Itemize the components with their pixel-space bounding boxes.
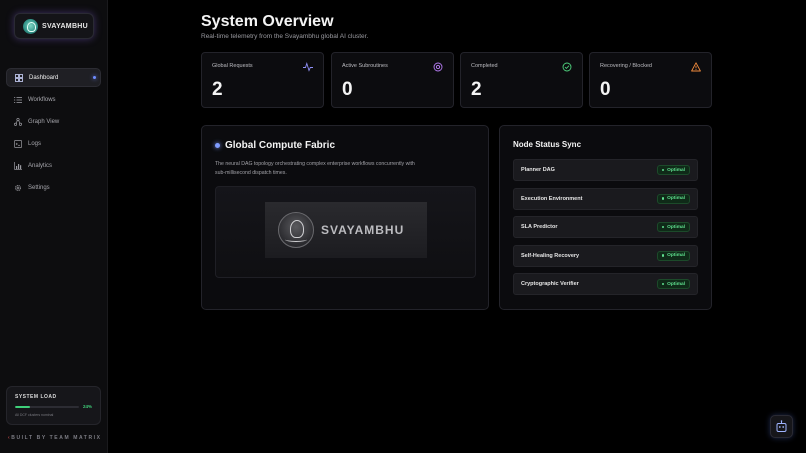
sidebar-item-label: Workflows: [28, 96, 56, 103]
graph-icon: [13, 117, 22, 126]
sidebar-item-settings[interactable]: Settings: [6, 178, 101, 197]
sidebar-item-logs[interactable]: Logs: [6, 134, 101, 153]
stat-label: Recovering / Blocked: [600, 63, 652, 69]
sidebar-item-label: Graph View: [28, 118, 60, 125]
sidebar-item-label: Analytics: [28, 162, 53, 169]
sidebar-item-graph-view[interactable]: Graph View: [6, 112, 101, 131]
node-status-row: SLA Predictor Optimal: [513, 216, 698, 238]
stat-value: 2: [471, 79, 482, 100]
bar-chart-icon: [13, 161, 22, 170]
sidebar: SVAYAMBHU Dashboard Workflows Graph View: [0, 0, 108, 453]
status-text: Optimal: [667, 196, 685, 201]
sidebar-item-label: Logs: [28, 140, 42, 147]
brand-name: SVAYAMBHU: [42, 22, 89, 30]
page-title: System Overview: [201, 13, 334, 30]
active-indicator: [93, 76, 96, 79]
stat-value: 0: [600, 79, 611, 100]
status-text: Optimal: [667, 224, 685, 230]
status-badge: Optimal: [656, 250, 690, 261]
list-icon: [13, 95, 22, 104]
node-status-card: Node Status Sync Planner DAG Optimal Exe…: [499, 125, 712, 310]
stat-label: Global Requests: [212, 63, 253, 69]
banner-text: SVAYAMBHU: [321, 223, 405, 237]
built-by-text: BUILT BY TEAM MATRIX: [11, 435, 102, 441]
stat-label: Completed: [471, 63, 498, 69]
status-dot-icon: [661, 282, 665, 286]
status-dot-icon: [661, 197, 665, 200]
node-status-row: Execution Environment Optimal: [513, 187, 698, 210]
system-load-percent: 24%: [82, 404, 92, 409]
system-load-card: SYSTEM LOAD 24% All DCF clusters nominal: [6, 386, 101, 425]
node-name: Self-Healing Recovery: [521, 252, 580, 259]
stat-value: 0: [342, 79, 353, 100]
system-load-fill: [15, 405, 31, 408]
stat-value: 2: [212, 79, 223, 100]
sidebar-item-dashboard[interactable]: Dashboard: [6, 68, 101, 87]
lotus-logo-icon: [278, 212, 314, 248]
node-status-row: Cryptographic Verifier Optimal: [513, 273, 698, 295]
built-by-credit: ‹BUILT BY TEAM MATRIX: [8, 435, 102, 441]
status-dot-icon: [661, 254, 665, 257]
global-compute-fabric-card: Global Compute Fabric The neural DAG top…: [201, 125, 489, 310]
brand-logo[interactable]: SVAYAMBHU: [14, 13, 94, 39]
stat-label: Active Subroutines: [342, 63, 388, 69]
sidebar-item-label: Settings: [28, 184, 50, 191]
brand-banner: SVAYAMBHU: [265, 202, 427, 258]
stat-card-active-subroutines: Active Subroutines 0: [331, 52, 454, 108]
system-load-bar: [15, 405, 79, 408]
terminal-icon: [13, 139, 22, 148]
bot-icon: [776, 420, 787, 432]
status-badge: Optimal: [656, 279, 690, 289]
status-badge: Optimal: [656, 193, 690, 204]
stat-card-completed: Completed 2: [460, 52, 583, 108]
node-name: Planner DAG: [521, 167, 555, 173]
system-load-subtext: All DCF clusters nominal: [15, 413, 54, 417]
sidebar-item-analytics[interactable]: Analytics: [6, 156, 101, 175]
node-name: Cryptographic Verifier: [521, 281, 579, 287]
node-status-row: Self-Healing Recovery Optimal: [513, 244, 698, 267]
activity-icon: [303, 62, 313, 72]
sidebar-item-label: Dashboard: [29, 74, 59, 81]
grid-icon: [14, 73, 23, 82]
system-load-title: SYSTEM LOAD: [15, 394, 57, 400]
status-badge: Optimal: [656, 222, 690, 232]
stat-card-recovering-blocked: Recovering / Blocked 0: [589, 52, 712, 108]
stat-card-global-requests: Global Requests 2: [201, 52, 324, 108]
status-badge: Optimal: [656, 165, 690, 175]
node-status-row: Planner DAG Optimal: [513, 159, 698, 181]
fabric-visual: SVAYAMBHU: [215, 186, 476, 278]
status-text: Optimal: [667, 253, 685, 258]
sidebar-item-workflows[interactable]: Workflows: [6, 90, 101, 109]
status-text: Optimal: [667, 167, 685, 173]
lotus-logo-icon: [23, 18, 38, 34]
fabric-description: The neural DAG topology orchestrating co…: [215, 161, 415, 176]
gear-icon: [13, 183, 22, 192]
status-dot-icon: [215, 143, 220, 148]
status-dot-icon: [661, 225, 665, 229]
status-dot-icon: [661, 168, 665, 172]
node-name: Execution Environment: [521, 195, 583, 202]
assistant-button[interactable]: [770, 415, 793, 438]
node-name: SLA Predictor: [521, 224, 558, 230]
status-text: Optimal: [667, 281, 685, 287]
fabric-title: Global Compute Fabric: [225, 140, 336, 151]
node-status-title: Node Status Sync: [513, 140, 582, 149]
check-circle-icon: [562, 62, 572, 72]
sidebar-nav: Dashboard Workflows Graph View Logs Anal…: [6, 68, 101, 200]
warning-icon: [691, 62, 701, 72]
page-subtitle: Real-time telemetry from the Svayambhu g…: [201, 33, 369, 40]
target-icon: [433, 62, 443, 72]
